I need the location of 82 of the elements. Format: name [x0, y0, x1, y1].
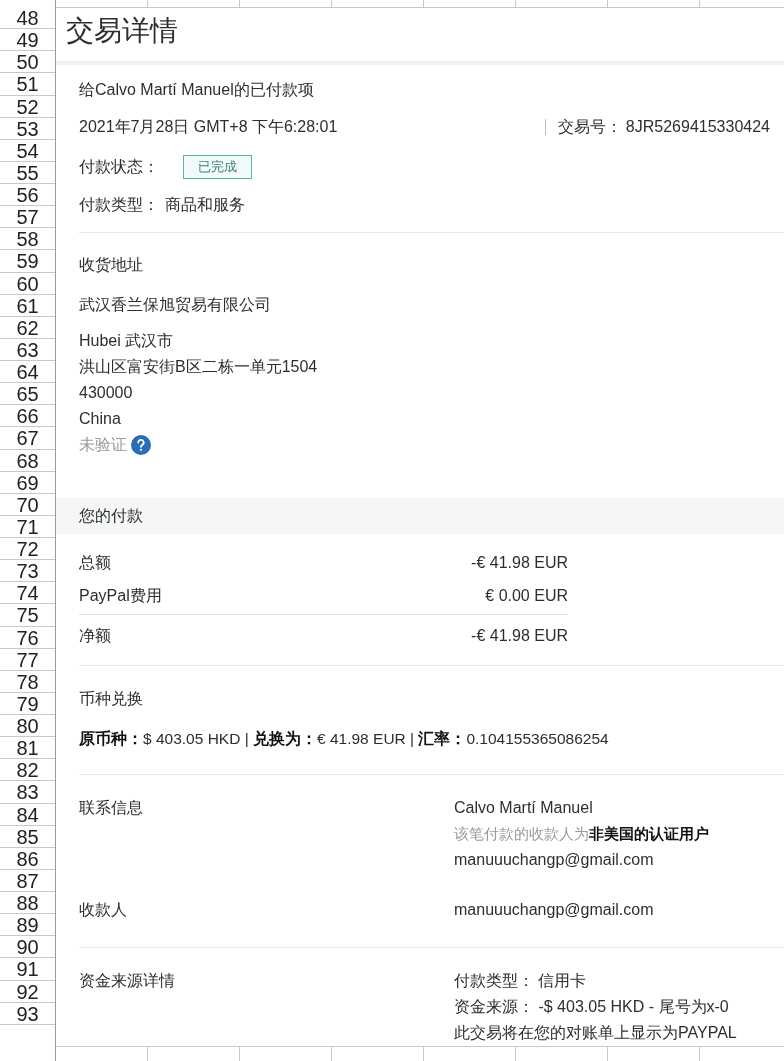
- row-number: 73: [0, 560, 55, 583]
- transaction-id-label: 交易号：: [557, 117, 622, 138]
- detail-value: 此交易将在您的对账单上显示为PAYPAL: [454, 1023, 738, 1043]
- row-number: 67: [0, 427, 55, 450]
- row-number: 58: [0, 228, 55, 251]
- payment-heading: 给Calvo Martí Manuel的已付款项: [79, 80, 315, 101]
- row-number: 88: [0, 892, 55, 915]
- row-number: 86: [0, 847, 55, 870]
- status-badge: 已完成: [183, 155, 252, 180]
- row-number: 89: [0, 914, 55, 937]
- row-number: 87: [0, 869, 55, 892]
- row-number: 76: [0, 626, 55, 649]
- row-number: 65: [0, 383, 55, 406]
- row-number: 69: [0, 471, 55, 494]
- section-heading: 币种兑换: [79, 689, 144, 710]
- row-number: 57: [0, 206, 55, 229]
- conversion-details: 原币种：$ 403.05 HKD | 兑换为：€ 41.98 EUR | 汇率：0.104155365086254: [79, 729, 610, 750]
- row-number: 60: [0, 272, 55, 295]
- detail-value: 资金来源： -$ 403.05 HKD - 尾号为x-0: [454, 997, 730, 1017]
- detail-value: Calvo Martí Manuel: [454, 798, 594, 819]
- company-name: 武汉香兰保旭贸易有限公司: [79, 295, 272, 316]
- amount-label: 净额: [79, 626, 112, 647]
- row-number: 55: [0, 161, 55, 184]
- row-number: 91: [0, 958, 55, 981]
- row-number: 62: [0, 316, 55, 339]
- address-line: 430000: [79, 383, 134, 404]
- row-number: 56: [0, 184, 55, 207]
- payment-type-label: 付款类型：: [79, 195, 159, 216]
- amount-value: -€ 41.98 EUR: [471, 553, 568, 574]
- row-number: 83: [0, 781, 55, 804]
- row-number: 52: [0, 95, 55, 118]
- row-number: 75: [0, 604, 55, 627]
- row-number: 72: [0, 538, 55, 561]
- row-number: 78: [0, 670, 55, 693]
- row-number: 61: [0, 294, 55, 317]
- row-number: 85: [0, 825, 55, 848]
- detail-value: manuuuchangp@gmail.com: [454, 850, 655, 871]
- row-number: 92: [0, 980, 55, 1003]
- detail-label: 资金来源详情: [79, 971, 176, 991]
- row-number: 54: [0, 139, 55, 162]
- amount-value: € 0.00 EUR: [485, 586, 568, 607]
- row-number: 66: [0, 405, 55, 428]
- row-number: 68: [0, 449, 55, 472]
- detail-value: manuuuchangp@gmail.com: [454, 900, 655, 921]
- verification-status: 未验证: [79, 435, 127, 456]
- row-number: 93: [0, 1002, 55, 1025]
- detail-label: 联系信息: [79, 798, 144, 819]
- address-line: 洪山区富安街B区二栋一单元1504: [79, 357, 319, 378]
- row-number: 71: [0, 515, 55, 538]
- page-title: 交易详情: [65, 14, 179, 48]
- row-number: 74: [0, 582, 55, 605]
- section-heading: 您的付款: [79, 506, 143, 527]
- row-number: 70: [0, 493, 55, 516]
- address-line: Hubei 武汉市: [79, 331, 175, 352]
- row-number: 59: [0, 250, 55, 273]
- amount-label: 总额: [79, 553, 112, 574]
- row-number: 82: [0, 759, 55, 782]
- row-number: 77: [0, 648, 55, 671]
- help-icon[interactable]: [131, 435, 151, 456]
- detail-note: 该笔付款的收款人为非美国的认证用户: [454, 824, 710, 845]
- row-number: 53: [0, 117, 55, 140]
- payment-type: 商品和服务: [165, 195, 245, 216]
- transaction-date: 2021年7月28日 GMT+8 下午6:28:01: [79, 117, 338, 138]
- amount-label: PayPal费用: [79, 586, 163, 607]
- row-number: 79: [0, 692, 55, 715]
- transaction-id: 8JR5269415330424: [625, 117, 770, 138]
- row-number: 49: [0, 29, 55, 52]
- row-number: 51: [0, 73, 55, 96]
- row-number: 90: [0, 936, 55, 959]
- amount-value: -€ 41.98 EUR: [471, 626, 568, 647]
- row-number: 84: [0, 803, 55, 826]
- detail-label: 收款人: [79, 900, 128, 921]
- row-number: 80: [0, 715, 55, 738]
- row-number: 50: [0, 51, 55, 74]
- row-number: 81: [0, 737, 55, 760]
- row-number: 63: [0, 338, 55, 361]
- row-number: 48: [0, 7, 55, 30]
- section-heading: 收货地址: [79, 255, 144, 276]
- status-label: 付款状态：: [79, 157, 159, 178]
- address-line: China: [79, 409, 122, 430]
- detail-value: 付款类型： 信用卡: [454, 971, 588, 991]
- row-number: 64: [0, 361, 55, 384]
